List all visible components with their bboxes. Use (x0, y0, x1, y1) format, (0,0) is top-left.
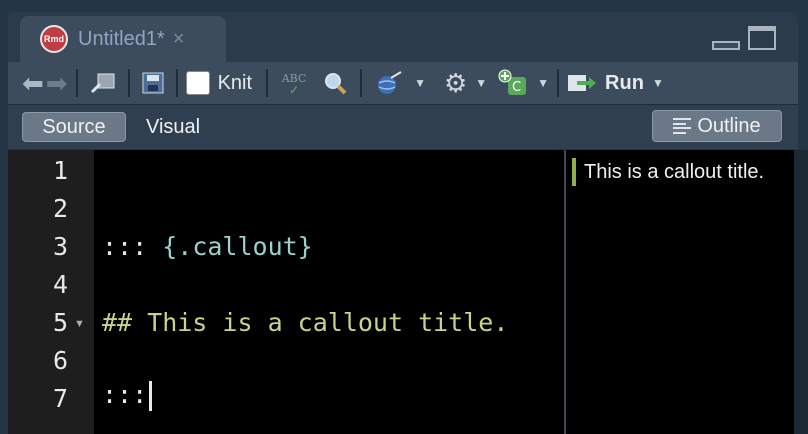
svg-text:C: C (512, 80, 521, 95)
knit-checkbox-icon (185, 71, 210, 95)
chevron-down-icon[interactable]: ▼ (537, 76, 549, 90)
line-number: 4 (52, 270, 68, 299)
minimize-pane-icon[interactable] (712, 41, 740, 50)
line-number: 5 (52, 308, 68, 337)
gear-icon[interactable]: ⚙ (444, 68, 467, 99)
outline-label: Outline (697, 114, 761, 137)
line-number: 6 (52, 346, 68, 375)
show-in-window-icon[interactable] (86, 72, 120, 94)
outline-item-label: This is a callout title. (584, 160, 765, 183)
chevron-down-icon[interactable]: ▼ (475, 76, 487, 90)
tab-untitled1[interactable]: Rmd Untitled1* × (20, 16, 226, 62)
forward-arrow-icon[interactable]: ➡ (46, 68, 68, 99)
tab-title: Untitled1* (78, 27, 165, 50)
back-arrow-icon[interactable]: ⬅ (22, 68, 44, 99)
close-icon[interactable]: × (173, 28, 185, 51)
outline-button[interactable]: Outline (652, 110, 782, 142)
callout-fence: ::: (102, 232, 163, 261)
spellcheck-icon[interactable]: ABC ✓ (276, 72, 312, 96)
callout-attribute: {.callout} (162, 232, 313, 261)
find-icon[interactable] (318, 71, 352, 95)
outline-icon (673, 118, 692, 134)
run-button[interactable]: Run ▼ (567, 62, 664, 104)
source-mode-button[interactable]: Source (22, 112, 126, 142)
line-number: 3 (52, 232, 68, 261)
callout-fence-close: ::: (102, 380, 148, 409)
outline-pane: This is a callout title. (566, 150, 794, 434)
line-number: 7 (52, 384, 68, 413)
chevron-down-icon[interactable]: ▼ (414, 76, 426, 90)
line-number: 1 (52, 156, 68, 185)
tab-strip: Rmd Untitled1* × (8, 12, 798, 62)
save-icon[interactable] (138, 72, 168, 94)
mode-bar: Source Visual Outline (8, 104, 798, 149)
visual-mode-button[interactable]: Visual (146, 112, 200, 142)
code-line-5: ## This is a callout title. (102, 308, 509, 337)
right-edge (794, 150, 808, 434)
code-line-7: ::: (102, 380, 153, 411)
chevron-down-icon[interactable]: ▼ (652, 76, 664, 90)
text-cursor (149, 381, 153, 411)
code-editor[interactable]: 1 2 3 4 5 ▼ 6 7 ::: {.callout} ## This i… (8, 150, 794, 434)
editor-window: Rmd Untitled1* × ⬅ ➡ Knit ABC ✓ ▼ ⚙ ▼ C … (0, 0, 808, 434)
line-number: 2 (52, 194, 68, 223)
code-tools-icon[interactable] (370, 70, 406, 96)
maximize-pane-icon[interactable] (748, 26, 776, 50)
outline-level-bar (572, 158, 576, 186)
run-label: Run (605, 71, 644, 94)
outline-item[interactable]: This is a callout title. (572, 158, 764, 186)
line-gutter: 1 2 3 4 5 ▼ 6 7 (8, 150, 94, 434)
editor-toolbar: ⬅ ➡ Knit ABC ✓ ▼ ⚙ ▼ C ▼ Run ▼ (8, 62, 798, 104)
run-icon (567, 72, 597, 94)
insert-chunk-icon[interactable]: C (497, 69, 529, 97)
knit-button[interactable]: Knit (185, 62, 253, 104)
fold-arrow-icon[interactable]: ▼ (74, 318, 85, 330)
knit-label: Knit (217, 71, 253, 94)
rmd-file-icon: Rmd (40, 25, 68, 53)
code-line-3: ::: {.callout} (102, 232, 313, 261)
